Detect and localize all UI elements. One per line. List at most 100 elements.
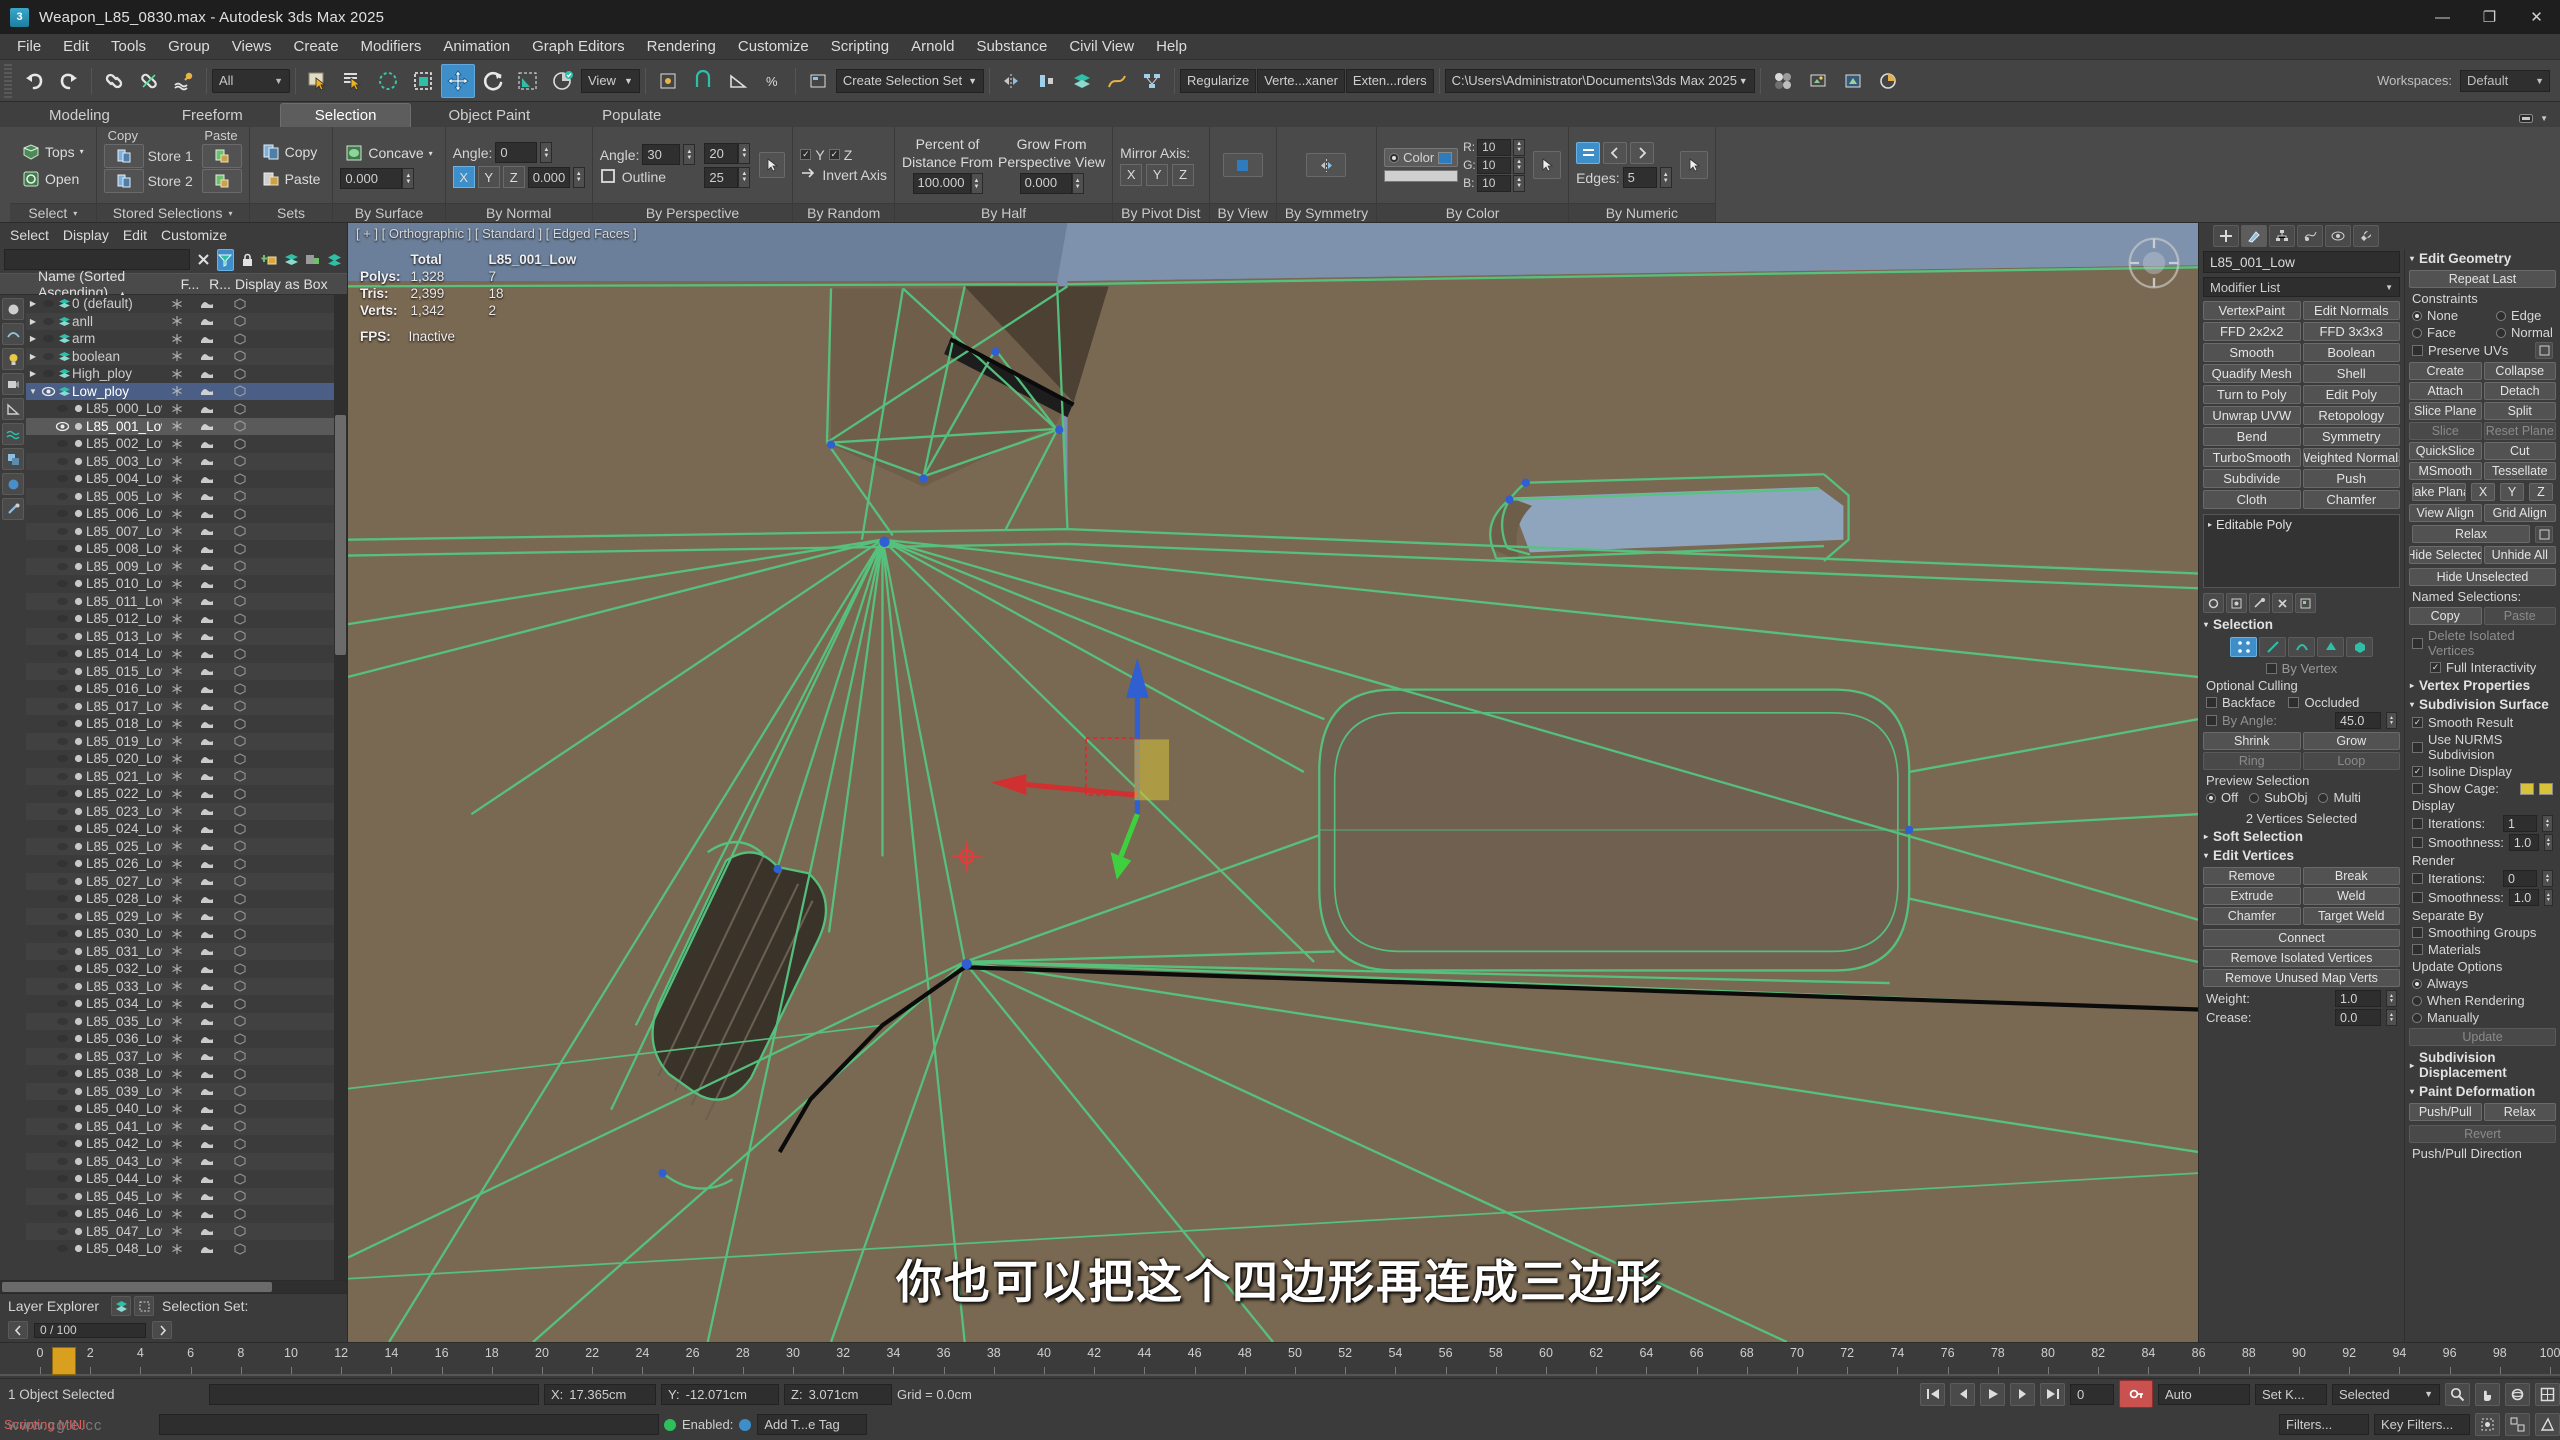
menu-tools[interactable]: Tools	[100, 35, 157, 58]
visibility-toggle-icon[interactable]	[54, 1243, 70, 1254]
renderable-icon[interactable]	[192, 1086, 222, 1096]
explorer-object-row[interactable]: ▶L85_047_Low	[26, 1222, 334, 1240]
add-layer-icon[interactable]	[261, 249, 278, 271]
render-production-icon[interactable]	[1871, 64, 1905, 98]
preserve-uvs-checkbox[interactable]	[2412, 345, 2423, 356]
display-iterations-value[interactable]: 1	[2503, 815, 2537, 832]
renderable-icon[interactable]	[192, 701, 222, 711]
slice-button[interactable]: Slice	[2409, 422, 2482, 440]
constraint-face-radio[interactable]	[2412, 327, 2422, 338]
display-smoothness-spinner[interactable]: ▲ ▼	[2543, 834, 2553, 851]
add-time-tag-button[interactable]: Add T...e Tag	[757, 1414, 868, 1436]
renderable-icon[interactable]	[192, 736, 222, 746]
frozen-icon[interactable]	[162, 1208, 192, 1220]
progress-next-icon[interactable]	[152, 1321, 172, 1339]
ribbon-minimize-control[interactable]: ▼	[2519, 113, 2548, 127]
target-weld-button[interactable]: Target Weld	[2302, 907, 2400, 925]
visibility-toggle-icon[interactable]	[54, 1016, 70, 1027]
frozen-icon[interactable]	[162, 403, 192, 415]
display-iterations-checkbox[interactable]	[2412, 818, 2423, 829]
time-slider-handle[interactable]	[52, 1347, 76, 1375]
coord-y-field[interactable]: Y: -12.071cm	[661, 1383, 779, 1405]
bend-button[interactable]: Bend	[2203, 427, 2301, 446]
render-iterations-spinner[interactable]: ▲ ▼	[2542, 870, 2553, 887]
explorer-object-row[interactable]: ▶L85_046_Low	[26, 1205, 334, 1223]
display-as-box-icon[interactable]	[222, 700, 334, 712]
visibility-toggle-icon[interactable]	[54, 1191, 70, 1202]
zoom-all-icon[interactable]	[2505, 1413, 2530, 1437]
renderable-icon[interactable]	[192, 929, 222, 939]
extrude-button[interactable]: Extrude	[2203, 887, 2301, 905]
frozen-icon[interactable]	[162, 455, 192, 467]
preview-multi-radio[interactable]	[2318, 792, 2329, 803]
visibility-toggle-icon[interactable]	[40, 368, 56, 379]
frozen-icon[interactable]	[162, 473, 192, 485]
modifier-list-combo[interactable]: Modifier List ▼	[2203, 277, 2400, 297]
renderable-icon[interactable]	[192, 579, 222, 589]
select-and-scale-icon[interactable]	[511, 64, 545, 98]
frozen-icon[interactable]	[162, 648, 192, 660]
display-as-box-icon[interactable]	[222, 823, 334, 835]
renderable-icon[interactable]	[192, 684, 222, 694]
frozen-icon[interactable]	[162, 420, 192, 432]
numeric-prev-button[interactable]	[1603, 142, 1628, 164]
weighted-normals-button[interactable]: Weighted Normals	[2302, 448, 2400, 467]
renderable-icon[interactable]	[192, 999, 222, 1009]
lock-icon[interactable]	[239, 249, 256, 271]
edges-value[interactable]: 5	[1622, 167, 1657, 188]
coord-z-field[interactable]: Z: 3.071cm	[784, 1383, 892, 1405]
select-and-move-icon[interactable]	[441, 63, 475, 98]
quadify-mesh-button[interactable]: Quadify Mesh	[2203, 364, 2301, 383]
display-as-box-icon[interactable]	[222, 683, 334, 695]
frozen-icon[interactable]	[162, 1243, 192, 1255]
explorer-object-row[interactable]: ▶L85_028_Low	[26, 890, 334, 908]
visibility-toggle-icon[interactable]	[54, 806, 70, 817]
display-as-box-icon[interactable]	[222, 315, 334, 327]
renderable-icon[interactable]	[192, 439, 222, 449]
menu-views[interactable]: Views	[221, 35, 283, 58]
regularize-field[interactable]: Regularize	[1180, 68, 1257, 93]
by-normal-axis-x[interactable]: X	[452, 166, 475, 188]
retopology-button[interactable]: Retopology	[2302, 406, 2400, 425]
status-prompt-field[interactable]	[209, 1383, 539, 1405]
explorer-layer-row[interactable]: ▶ 0 (default)	[26, 295, 334, 313]
renderable-icon[interactable]	[192, 1174, 222, 1184]
menu-group[interactable]: Group	[157, 35, 221, 58]
display-as-box-icon[interactable]	[222, 945, 334, 957]
delete-isolated-checkbox[interactable]	[2412, 637, 2423, 649]
display-as-box-icon[interactable]	[222, 490, 334, 502]
rollout-paint-deformation-header[interactable]: ▾ Paint Deformation	[2405, 1082, 2560, 1101]
zoom-icon[interactable]	[2445, 1382, 2470, 1406]
explorer-object-row[interactable]: ▶L85_001_Low	[26, 417, 334, 435]
column-display-as-box[interactable]: Display as Box	[235, 276, 347, 292]
renderable-icon[interactable]	[192, 351, 222, 361]
frozen-icon[interactable]	[162, 368, 192, 380]
display-as-box-icon[interactable]	[222, 963, 334, 975]
visibility-toggle-icon[interactable]	[54, 1156, 70, 1167]
display-as-box-icon[interactable]	[222, 1190, 334, 1202]
explorer-object-row[interactable]: ▶L85_011_Low	[26, 592, 334, 610]
layers-footer-icon[interactable]	[111, 1296, 132, 1316]
select-object-icon[interactable]	[301, 64, 335, 98]
outline-label[interactable]: Outline	[622, 169, 666, 185]
display-groups-icon[interactable]	[2, 448, 24, 470]
display-helpers-icon[interactable]	[2, 398, 24, 420]
visibility-toggle-icon[interactable]	[54, 666, 70, 677]
display-as-box-icon[interactable]	[222, 1138, 334, 1150]
remove-unused-map-verts-button[interactable]: Remove Unused Map Verts	[2203, 969, 2400, 987]
visibility-toggle-icon[interactable]	[54, 823, 70, 834]
display-as-box-icon[interactable]	[222, 1068, 334, 1080]
smooth-button[interactable]: Smooth	[2203, 343, 2301, 362]
modifier-stack-item-editable-poly[interactable]: ▸ Editable Poly	[2204, 515, 2399, 534]
by-perspective-field-25-spinner[interactable]: ▲ ▼	[738, 166, 751, 188]
rollout-edit-geometry-header[interactable]: ▾ Edit Geometry	[2405, 249, 2560, 268]
by-random-check-z[interactable]: ✓	[828, 149, 840, 160]
maxscript-listener-field[interactable]	[159, 1414, 659, 1436]
scene-search-input[interactable]	[4, 249, 190, 270]
frozen-icon[interactable]	[162, 1173, 192, 1185]
paint-relax-button[interactable]: Relax	[2483, 1103, 2556, 1121]
explorer-object-row[interactable]: ▶L85_038_Low	[26, 1065, 334, 1083]
display-as-box-icon[interactable]	[222, 350, 334, 362]
renderable-icon[interactable]	[192, 421, 222, 431]
by-color-radio[interactable]	[1389, 152, 1400, 163]
